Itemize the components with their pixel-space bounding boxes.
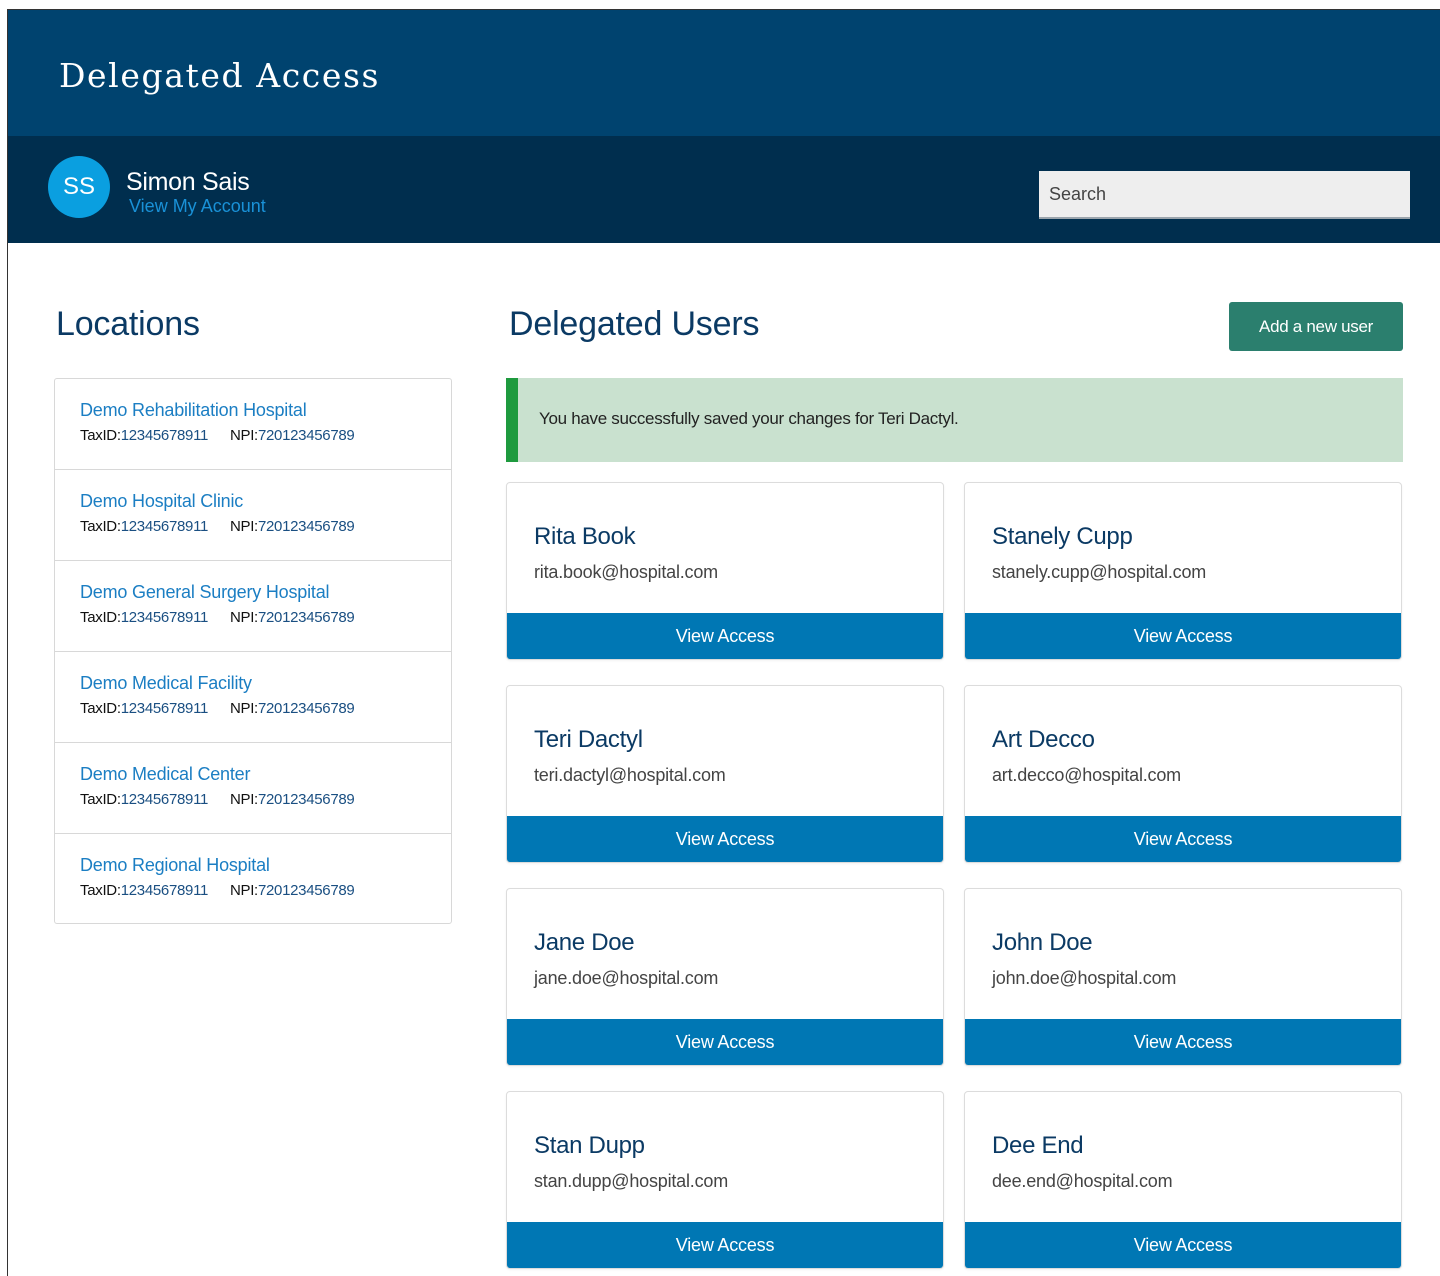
- locations-title: Locations: [56, 305, 200, 343]
- tax-id-value: 12345678911: [120, 427, 209, 444]
- location-ids: TaxID:12345678911 NPI:720123456789: [80, 518, 451, 536]
- user-name: Stanely Cupp: [992, 523, 1133, 550]
- alert-message: You have successfully saved your changes…: [539, 409, 959, 428]
- view-my-account-link[interactable]: View My Account: [129, 195, 266, 217]
- tax-id-label: TaxID:: [80, 882, 121, 899]
- success-alert: You have successfully saved your changes…: [506, 378, 1403, 462]
- user-name: Jane Doe: [534, 929, 635, 956]
- location-link[interactable]: Demo General Surgery Hospital: [80, 581, 451, 603]
- location-link[interactable]: Demo Medical Center: [80, 763, 451, 785]
- location-ids: TaxID:12345678911 NPI:720123456789: [80, 882, 451, 900]
- delegated-users-title: Delegated Users: [509, 305, 760, 343]
- tax-id-label: TaxID:: [80, 427, 121, 444]
- user-email: jane.doe@hospital.com: [534, 968, 719, 988]
- user-card: Stanely Cupp stanely.cupp@hospital.com V…: [964, 482, 1402, 660]
- tax-id-value: 12345678911: [120, 791, 209, 808]
- user-name: John Doe: [992, 929, 1093, 956]
- user-email: art.decco@hospital.com: [992, 765, 1181, 785]
- user-name: Teri Dactyl: [534, 726, 643, 753]
- location-ids: TaxID:12345678911 NPI:720123456789: [80, 609, 451, 627]
- npi-value: 720123456789: [257, 427, 355, 444]
- tax-id-label: TaxID:: [80, 518, 121, 535]
- view-access-button[interactable]: View Access: [507, 613, 943, 659]
- npi-value: 720123456789: [257, 609, 355, 626]
- tax-id-label: TaxID:: [80, 609, 121, 626]
- tax-id-value: 12345678911: [120, 700, 209, 717]
- view-access-button[interactable]: View Access: [965, 816, 1401, 862]
- npi-label: NPI:: [229, 609, 258, 626]
- user-bar: SS Simon Sais View My Account: [8, 136, 1440, 243]
- npi-label: NPI:: [229, 518, 258, 535]
- view-access-button[interactable]: View Access: [507, 1019, 943, 1065]
- location-item: Demo Medical Center TaxID:12345678911 NP…: [55, 743, 451, 834]
- tax-id-value: 12345678911: [120, 609, 209, 626]
- user-card: Teri Dactyl teri.dactyl@hospital.com Vie…: [506, 685, 944, 863]
- view-access-button[interactable]: View Access: [507, 1222, 943, 1268]
- user-name: Art Decco: [992, 726, 1095, 753]
- user-name: Dee End: [992, 1132, 1084, 1159]
- user-card: Art Decco art.decco@hospital.com View Ac…: [964, 685, 1402, 863]
- user-card: Stan Dupp stan.dupp@hospital.com View Ac…: [506, 1091, 944, 1269]
- view-access-button[interactable]: View Access: [965, 1019, 1401, 1065]
- app-title: Delegated Access: [59, 56, 381, 95]
- location-link[interactable]: Demo Hospital Clinic: [80, 490, 451, 512]
- tax-id-label: TaxID:: [80, 700, 121, 717]
- location-item: Demo Hospital Clinic TaxID:12345678911 N…: [55, 470, 451, 561]
- location-item: Demo Medical Facility TaxID:12345678911 …: [55, 652, 451, 743]
- view-access-button[interactable]: View Access: [507, 816, 943, 862]
- user-name: Stan Dupp: [534, 1132, 645, 1159]
- user-name: Rita Book: [534, 523, 636, 550]
- avatar: SS: [48, 156, 110, 218]
- npi-value: 720123456789: [257, 791, 355, 808]
- user-email: stan.dupp@hospital.com: [534, 1171, 728, 1191]
- user-name: Simon Sais: [126, 168, 250, 196]
- npi-label: NPI:: [229, 791, 258, 808]
- npi-value: 720123456789: [257, 518, 355, 535]
- location-ids: TaxID:12345678911 NPI:720123456789: [80, 427, 451, 445]
- user-card: Dee End dee.end@hospital.com View Access: [964, 1091, 1402, 1269]
- app-header: Delegated Access: [8, 10, 1440, 136]
- npi-label: NPI:: [229, 700, 258, 717]
- user-email: stanely.cupp@hospital.com: [992, 562, 1207, 582]
- user-email: teri.dactyl@hospital.com: [534, 765, 726, 785]
- tax-id-value: 12345678911: [120, 518, 209, 535]
- search-input[interactable]: [1039, 171, 1410, 219]
- user-card: Jane Doe jane.doe@hospital.com View Acce…: [506, 888, 944, 1066]
- view-access-button[interactable]: View Access: [965, 1222, 1401, 1268]
- location-item: Demo Regional Hospital TaxID:12345678911…: [55, 834, 451, 923]
- location-item: Demo Rehabilitation Hospital TaxID:12345…: [55, 379, 451, 470]
- location-item: Demo General Surgery Hospital TaxID:1234…: [55, 561, 451, 652]
- location-ids: TaxID:12345678911 NPI:720123456789: [80, 791, 451, 809]
- user-card: John Doe john.doe@hospital.com View Acce…: [964, 888, 1402, 1066]
- user-card: Rita Book rita.book@hospital.com View Ac…: [506, 482, 944, 660]
- npi-value: 720123456789: [257, 882, 355, 899]
- tax-id-value: 12345678911: [120, 882, 209, 899]
- location-link[interactable]: Demo Rehabilitation Hospital: [80, 399, 451, 421]
- add-user-button[interactable]: Add a new user: [1229, 302, 1403, 351]
- tax-id-label: TaxID:: [80, 791, 121, 808]
- app-frame: Delegated Access SS Simon Sais View My A…: [7, 9, 1440, 1276]
- location-link[interactable]: Demo Medical Facility: [80, 672, 451, 694]
- user-email: rita.book@hospital.com: [534, 562, 718, 582]
- user-email: john.doe@hospital.com: [992, 968, 1177, 988]
- npi-value: 720123456789: [257, 700, 355, 717]
- location-ids: TaxID:12345678911 NPI:720123456789: [80, 700, 451, 718]
- npi-label: NPI:: [229, 427, 258, 444]
- locations-list: Demo Rehabilitation Hospital TaxID:12345…: [54, 378, 452, 924]
- npi-label: NPI:: [229, 882, 258, 899]
- location-link[interactable]: Demo Regional Hospital: [80, 854, 451, 876]
- user-email: dee.end@hospital.com: [992, 1171, 1173, 1191]
- view-access-button[interactable]: View Access: [965, 613, 1401, 659]
